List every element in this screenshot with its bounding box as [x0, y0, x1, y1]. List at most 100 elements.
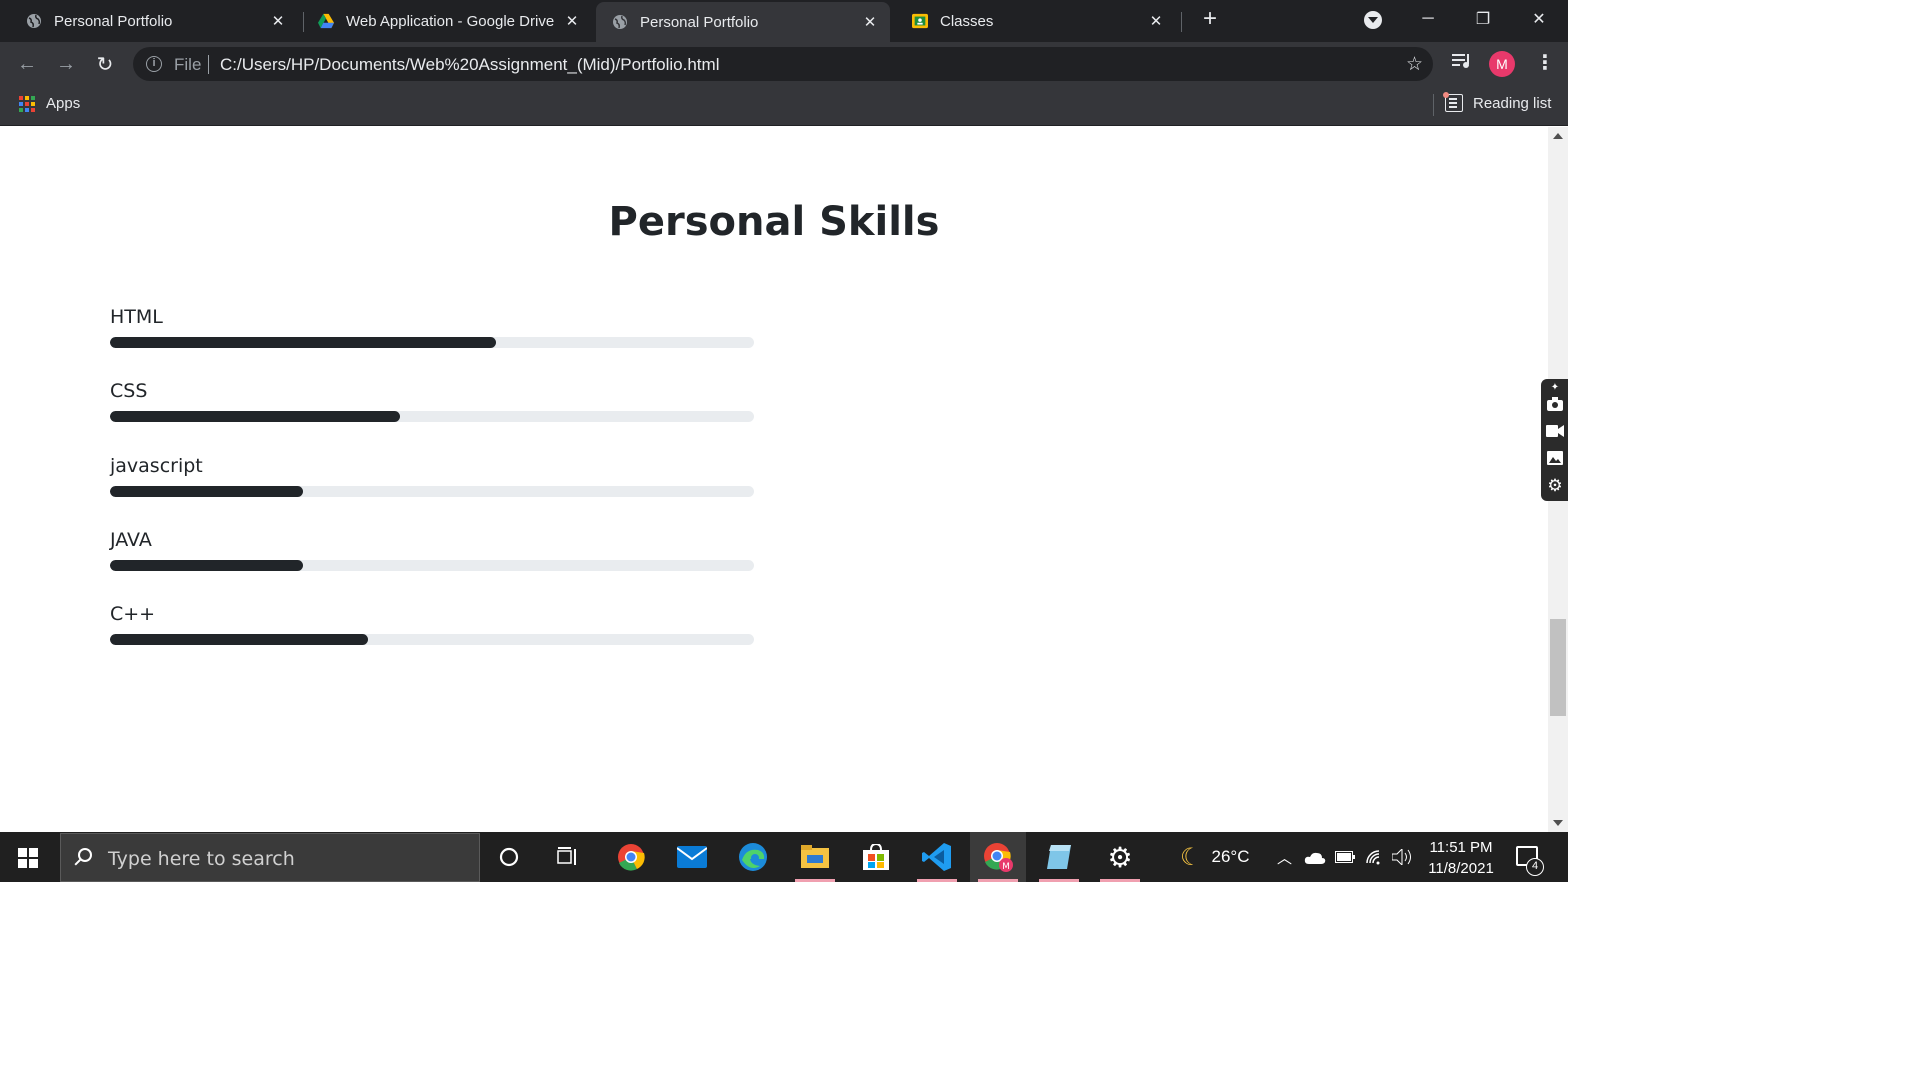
bookmark-apps[interactable]: Apps [19, 95, 80, 112]
scroll-up-icon[interactable] [1553, 133, 1563, 139]
capture-side-widget: ✦ ⚙ [1541, 379, 1568, 501]
skill-java: JAVA [110, 528, 754, 571]
tab-strip: Personal Portfolio ✕ Web Application - G… [0, 0, 1568, 42]
skill-label: javascript [110, 455, 203, 477]
weather-widget[interactable]: ☾ 26°C [1180, 832, 1250, 882]
battery-icon[interactable] [1335, 832, 1355, 882]
progress-track [110, 337, 754, 348]
progress-fill [110, 560, 304, 571]
progress-fill [110, 634, 368, 645]
skill-label: JAVA [110, 529, 152, 551]
taskbar-search-box[interactable]: Type here to search [60, 833, 480, 882]
page-viewport: Personal Skills HTML CSS javascript JAVA… [0, 127, 1548, 832]
apps-grid-icon [19, 95, 35, 112]
tab-title: Classes [940, 12, 994, 30]
skill-css: CSS [110, 379, 754, 422]
tab-personal-portfolio-active[interactable]: Personal Portfolio ✕ [596, 2, 890, 42]
running-indicator [1100, 879, 1140, 882]
onedrive-icon[interactable] [1304, 832, 1326, 882]
file-explorer-icon[interactable] [787, 832, 843, 882]
chrome-profile-icon[interactable]: M [970, 832, 1026, 882]
close-icon[interactable]: ✕ [862, 13, 878, 31]
progress-track [110, 634, 754, 645]
back-icon[interactable]: ← [13, 50, 41, 78]
minimize-icon[interactable]: ─ [1405, 0, 1451, 38]
settings-icon[interactable]: ⚙ [1545, 477, 1565, 495]
widget-pin-icon[interactable]: ✦ [1545, 379, 1565, 397]
clock-time: 11:51 PM [1429, 839, 1493, 856]
progress-track [110, 486, 754, 497]
forward-icon[interactable]: → [52, 50, 80, 78]
settings-icon[interactable]: ⚙ [1092, 832, 1148, 882]
page-title: Personal Skills [608, 199, 940, 245]
skill-label: HTML [110, 306, 163, 328]
new-tab-icon[interactable]: + [1198, 7, 1222, 32]
vscode-icon[interactable] [909, 832, 965, 882]
profile-avatar[interactable]: M [1489, 51, 1515, 77]
tab-google-drive[interactable]: Web Application - Google Drive ✕ [292, 0, 592, 42]
running-indicator [978, 879, 1018, 882]
weather-temp: 26°C [1211, 847, 1250, 866]
notification-count-badge: 4 [1526, 858, 1544, 876]
volume-icon[interactable] [1392, 832, 1414, 882]
search-icon [78, 848, 92, 862]
weather-moon-icon: ☾ [1180, 843, 1202, 871]
progress-track [110, 560, 754, 571]
skill-label: CSS [110, 380, 148, 402]
video-icon[interactable] [1545, 424, 1565, 442]
reading-list-button[interactable]: Reading list [1443, 92, 1552, 112]
reload-icon[interactable]: ↻ [91, 50, 119, 78]
tab-search-icon[interactable] [1364, 11, 1382, 29]
star-icon[interactable]: ☆ [1406, 53, 1423, 76]
skill-label: C++ [110, 603, 156, 625]
tray-overflow-icon[interactable]: ︿ [1277, 832, 1292, 882]
google-drive-icon [318, 13, 334, 29]
bookmarks-bar: Apps Reading list [0, 86, 1568, 126]
chrome-icon[interactable] [603, 832, 659, 882]
wifi-icon[interactable] [1365, 832, 1385, 882]
scrollbar-thumb[interactable] [1550, 619, 1566, 716]
progress-fill [110, 337, 497, 348]
tab-divider [1181, 12, 1182, 32]
address-bar[interactable]: i File C:/Users/HP/Documents/Web%20Assig… [133, 47, 1433, 81]
mail-icon[interactable] [664, 832, 720, 882]
bookmarks-divider [1433, 94, 1434, 116]
restore-icon[interactable]: ❐ [1460, 0, 1506, 38]
close-icon[interactable]: ✕ [1148, 12, 1164, 30]
close-icon[interactable]: ✕ [564, 12, 580, 30]
notepad-icon[interactable] [1031, 832, 1087, 882]
menu-icon[interactable]: ⋮ [1535, 50, 1555, 75]
search-placeholder: Type here to search [108, 848, 295, 870]
browser-toolbar: ← → ↻ i File C:/Users/HP/Documents/Web%2… [0, 42, 1568, 86]
svg-text:M: M [1002, 862, 1010, 872]
tab-personal-portfolio-1[interactable]: Personal Portfolio ✕ [0, 0, 298, 42]
apps-label: Apps [46, 95, 81, 112]
camera-icon[interactable] [1545, 397, 1565, 415]
url-text[interactable]: C:/Users/HP/Documents/Web%20Assignment_(… [220, 55, 719, 75]
scroll-down-icon[interactable] [1553, 820, 1563, 826]
skill-cpp: C++ [110, 602, 754, 645]
clock-date: 11/8/2021 [1428, 860, 1494, 877]
running-indicator [795, 879, 835, 882]
task-view-icon[interactable] [540, 832, 596, 882]
address-divider [208, 55, 209, 74]
info-icon[interactable]: i [146, 56, 162, 72]
cortana-icon[interactable] [481, 832, 537, 882]
windows-start-icon[interactable] [18, 848, 38, 868]
skill-html: HTML [110, 305, 754, 348]
windows-taskbar: Type here to search M ⚙ ☾ 26°C ︿ 11:51 P… [0, 832, 1568, 882]
system-clock[interactable]: 11:51 PM 11/8/2021 [1418, 837, 1504, 879]
progress-fill [110, 411, 400, 422]
reading-list-icon [1443, 92, 1463, 112]
tab-title: Personal Portfolio [54, 12, 173, 30]
reading-list-label: Reading list [1473, 94, 1552, 112]
media-queue-icon[interactable] [1452, 52, 1472, 75]
window-close-icon[interactable]: ✕ [1516, 0, 1562, 38]
progress-fill [110, 486, 304, 497]
gallery-icon[interactable] [1545, 451, 1565, 469]
tab-classes[interactable]: Classes ✕ [886, 0, 1176, 42]
close-icon[interactable]: ✕ [270, 12, 286, 30]
progress-track [110, 411, 754, 422]
edge-icon[interactable] [725, 832, 781, 882]
store-icon[interactable] [848, 832, 904, 882]
